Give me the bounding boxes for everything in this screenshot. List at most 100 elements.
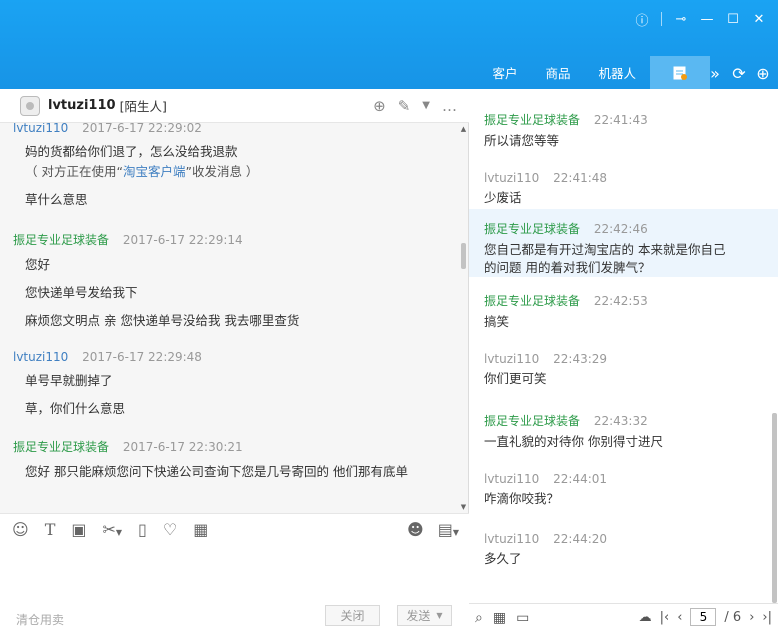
sender-name[interactable]: 振足专业足球装备 <box>484 414 580 428</box>
minimize-icon[interactable]: — <box>694 8 720 30</box>
shake-icon[interactable]: ▯ <box>138 520 147 539</box>
history-item: lvtuzi110 22:41:48 少废话 <box>469 149 778 209</box>
message-text: 你们更可笑 <box>484 371 547 386</box>
calculator-icon[interactable]: ▦ <box>193 520 208 539</box>
next-page-icon[interactable]: › <box>749 610 754 625</box>
message-meta: lvtuzi110 2017-6-17 22:29:02 <box>13 123 460 135</box>
tab-product[interactable]: 商品 <box>531 56 584 89</box>
emoji-icon[interactable]: ☺ <box>12 520 29 539</box>
message-text: 草，你们什么意思 <box>25 401 126 416</box>
message-time: 22:43:32 <box>593 414 648 428</box>
sender-name[interactable]: lvtuzi110 <box>484 352 539 366</box>
title-bar: ⓘ ⊸ — ☐ ✕ 客户 商品 机器人 » ⟳ ⊕ <box>0 0 778 89</box>
first-page-icon[interactable]: |‹ <box>660 610 670 625</box>
last-page-icon[interactable]: ›| <box>762 610 772 625</box>
message-meta: 振足专业足球装备 22:42:46 <box>484 220 778 237</box>
scissors-icon[interactable]: ✂▼ <box>102 520 122 539</box>
scroll-down-icon[interactable]: ▼ <box>459 503 468 511</box>
dropdown-icon[interactable]: ▼ <box>422 100 430 115</box>
search-icon[interactable]: ⌕ <box>475 610 483 626</box>
heart-icon[interactable]: ♡ <box>163 520 177 539</box>
sender-name[interactable]: 振足专业足球装备 <box>13 233 109 247</box>
message-time: 2017-6-17 22:29:02 <box>82 123 202 135</box>
page-input[interactable] <box>690 608 717 626</box>
sender-name[interactable]: lvtuzi110 <box>13 123 68 135</box>
message-meta: 振足专业足球装备 2017-6-17 22:30:21 <box>13 438 460 455</box>
close-window-icon[interactable]: ✕ <box>746 8 772 30</box>
sender-name[interactable]: 振足专业足球装备 <box>484 113 580 127</box>
quick-reply-icon[interactable]: ☻ <box>407 520 424 539</box>
message-text: 单号早就删掉了 <box>25 373 113 388</box>
message-time: 22:41:48 <box>553 171 608 185</box>
pager: ☁ |‹ ‹ / 6 › ›| <box>639 608 772 626</box>
message-time: 22:44:20 <box>553 532 608 546</box>
refresh-icon[interactable]: ⟳ <box>730 64 748 83</box>
footer-tools: ⌕ ▦ ▭ <box>469 610 529 626</box>
maximize-icon[interactable]: ☐ <box>720 8 746 30</box>
message-time: 22:42:46 <box>593 222 648 236</box>
input-placeholder: 清仓用卖 <box>16 613 65 627</box>
history-footer: ⌕ ▦ ▭ ☁ |‹ ‹ / 6 › ›| <box>469 603 778 631</box>
sender-name[interactable]: 振足专业足球装备 <box>13 440 109 454</box>
close-button[interactable]: 关闭 <box>325 605 380 626</box>
tab-robot[interactable]: 机器人 <box>584 56 650 89</box>
chat-username: lvtuzi110 <box>48 98 116 113</box>
message-list: lvtuzi110 2017-6-17 22:29:02 妈的货都给你们退了，怎… <box>0 123 460 513</box>
scroll-thumb[interactable] <box>772 413 777 603</box>
send-button[interactable]: 发送 ▼ <box>397 605 452 626</box>
notepad-icon <box>673 66 687 80</box>
message-meta: lvtuzi110 22:44:20 <box>484 532 778 546</box>
prev-page-icon[interactable]: ‹ <box>677 610 682 625</box>
message-text: 一直礼貌的对待你 你别得寸进尺 <box>484 434 663 449</box>
message-meta: 振足专业足球装备 22:42:53 <box>484 292 778 309</box>
chat-record-icon[interactable]: ▭ <box>516 610 529 626</box>
message-meta: lvtuzi110 22:44:01 <box>484 472 778 486</box>
sender-name[interactable]: lvtuzi110 <box>484 472 539 486</box>
header-tools: ⊕ ✎ ▼ … <box>373 97 457 115</box>
compose-icon[interactable]: ✎ <box>398 97 411 115</box>
message-text: 所以请您等等 <box>484 133 560 148</box>
order-icon[interactable]: ▤▼ <box>438 520 459 539</box>
page-total: / 6 <box>724 609 742 625</box>
window-controls: ⓘ ⊸ — ☐ ✕ <box>629 8 772 30</box>
stranger-tag: [陌生人] <box>119 99 167 114</box>
message-time: 22:43:29 <box>553 352 608 366</box>
message-meta: lvtuzi110 22:43:29 <box>484 352 778 366</box>
add-contact-icon[interactable]: ⊕ <box>373 97 386 115</box>
tab-notes[interactable] <box>650 56 710 89</box>
help-icon[interactable]: ⓘ <box>629 8 655 30</box>
message-meta: lvtuzi110 22:41:48 <box>484 171 778 185</box>
scroll-thumb[interactable] <box>461 243 466 269</box>
input-toolbar: ☺ T ▣ ✂▼ ▯ ♡ ▦ ☻ ▤▼ <box>0 513 469 545</box>
calendar-icon[interactable]: ▦ <box>493 610 506 626</box>
add-tab-icon[interactable]: ⊕ <box>754 64 772 83</box>
message-input[interactable] <box>0 545 469 605</box>
more-tabs-icon[interactable]: » <box>706 64 724 83</box>
history-item: lvtuzi110 22:43:29 你们更可笑 <box>469 337 778 397</box>
font-icon[interactable]: T <box>45 520 56 539</box>
avatar[interactable] <box>20 95 40 116</box>
history-item: lvtuzi110 22:44:20 多久了 <box>469 517 778 577</box>
scroll-up-icon[interactable]: ▲ <box>459 125 468 133</box>
cloud-icon[interactable]: ☁ <box>639 610 652 625</box>
sender-name[interactable]: 振足专业足球装备 <box>484 294 580 308</box>
sender-name[interactable]: lvtuzi110 <box>13 350 68 364</box>
send-dropdown-icon[interactable]: ▼ <box>436 611 442 620</box>
history-panel: 振足专业足球装备 22:41:43 所以请您等等 lvtuzi110 22:41… <box>469 89 778 603</box>
chat-scrollbar[interactable]: ▲ ▼ <box>459 123 468 513</box>
message-text: 您自己都是有开过淘宝店的 本来就是你自己的问题 用的着对我们发脾气？ <box>484 242 726 275</box>
client-link[interactable]: 淘宝客户端 <box>123 164 186 179</box>
client-hint: （ 对方正在使用“淘宝客户端”收发消息 ） <box>25 164 259 179</box>
message-text: 搞笑 <box>484 314 510 329</box>
pin-icon[interactable]: ⊸ <box>668 8 694 30</box>
message-text: 少废话 <box>484 190 522 205</box>
message-text: 您好 那只能麻烦您问下快递公司查询下您是几号寄回的 他们那有底单 <box>25 464 408 479</box>
history-scrollbar[interactable] <box>770 89 778 603</box>
sender-name[interactable]: lvtuzi110 <box>484 171 539 185</box>
tab-customer[interactable]: 客户 <box>478 56 531 89</box>
sender-name[interactable]: lvtuzi110 <box>484 532 539 546</box>
more-icon[interactable]: … <box>442 97 457 115</box>
image-icon[interactable]: ▣ <box>71 520 86 539</box>
sender-name[interactable]: 振足专业足球装备 <box>484 222 580 236</box>
message-text: 咋滴你咬我？ <box>484 491 560 506</box>
